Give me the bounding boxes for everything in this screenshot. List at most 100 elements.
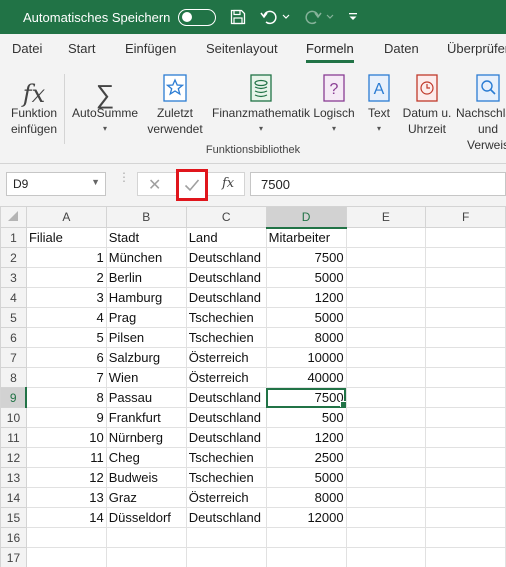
row-header[interactable]: 17	[0, 547, 27, 567]
cell[interactable]	[345, 367, 427, 388]
row-header[interactable]: 8	[0, 367, 27, 388]
recently-used-button[interactable]: Zuletzt verwendet	[141, 70, 209, 137]
active-cell[interactable]: 7500	[265, 387, 347, 408]
column-header-c[interactable]: C	[185, 206, 267, 228]
cell[interactable]: Deutschland	[185, 427, 267, 448]
row-header[interactable]: 16	[0, 527, 27, 548]
cell[interactable]: Pilsen	[105, 327, 187, 348]
name-box-dropdown-icon[interactable]: ▼	[91, 177, 100, 187]
cell[interactable]: 4	[25, 307, 107, 328]
cell[interactable]	[345, 307, 427, 328]
cell[interactable]	[345, 287, 427, 308]
cell[interactable]	[105, 547, 187, 567]
cell[interactable]: Österreich	[185, 347, 267, 368]
datetime-button[interactable]: Datum u. Uhrzeit	[399, 70, 455, 137]
tab-seitenlayout[interactable]: Seitenlayout	[206, 41, 278, 56]
cell[interactable]: 1200	[265, 287, 347, 308]
undo-dropdown-icon[interactable]	[282, 14, 290, 20]
row-header[interactable]: 12	[0, 447, 27, 468]
cell[interactable]: 7	[25, 367, 107, 388]
row-header[interactable]: 13	[0, 467, 27, 488]
cell[interactable]	[425, 367, 506, 388]
cell[interactable]: 8000	[265, 487, 347, 508]
column-header-f[interactable]: F	[425, 206, 506, 228]
row-header[interactable]: 9	[0, 387, 28, 408]
select-all-corner[interactable]	[0, 206, 27, 228]
cell[interactable]: 7500	[265, 247, 347, 268]
cell[interactable]: München	[105, 247, 187, 268]
cell[interactable]	[425, 407, 506, 428]
cell[interactable]: 13	[25, 487, 107, 508]
cell[interactable]	[345, 387, 427, 408]
cell[interactable]: 5000	[265, 307, 347, 328]
cell[interactable]: Stadt	[105, 227, 187, 248]
cell[interactable]	[425, 347, 506, 368]
tab-formeln[interactable]: Formeln	[306, 41, 354, 63]
cell[interactable]	[185, 547, 267, 567]
tab-datei[interactable]: Datei	[12, 41, 42, 56]
cell[interactable]	[105, 527, 187, 548]
cell[interactable]	[345, 527, 427, 548]
cell[interactable]: Österreich	[185, 367, 267, 388]
cell[interactable]	[425, 447, 506, 468]
cell[interactable]: 11	[25, 447, 107, 468]
logical-button[interactable]: ? Logisch ▾	[311, 70, 357, 137]
cell[interactable]: Passau	[105, 387, 187, 408]
insert-function-fx-button[interactable]: fx	[222, 176, 234, 191]
cell[interactable]: Filiale	[25, 227, 107, 248]
row-header[interactable]: 2	[0, 247, 27, 268]
undo-icon[interactable]	[260, 9, 278, 25]
cell[interactable]: 12	[25, 467, 107, 488]
cancel-icon[interactable]: ✕	[148, 175, 161, 195]
cell[interactable]: Berlin	[105, 267, 187, 288]
cell[interactable]: 10	[25, 427, 107, 448]
tab-daten[interactable]: Daten	[384, 41, 419, 56]
cell[interactable]	[345, 347, 427, 368]
cell[interactable]: 3	[25, 287, 107, 308]
cell[interactable]: 12000	[265, 507, 347, 528]
cell[interactable]	[25, 527, 107, 548]
redo-dropdown-icon[interactable]	[326, 14, 334, 20]
cell[interactable]: Tschechien	[185, 467, 267, 488]
tab-ueberpruefen[interactable]: Überprüfen	[447, 41, 506, 56]
cell[interactable]: Salzburg	[105, 347, 187, 368]
row-header[interactable]: 6	[0, 327, 27, 348]
cell[interactable]: Hamburg	[105, 287, 187, 308]
autosum-button[interactable]: ∑ AutoSumme ▾	[70, 70, 140, 137]
cell[interactable]	[345, 487, 427, 508]
cell[interactable]	[345, 267, 427, 288]
cell[interactable]: Mitarbeiter	[265, 227, 347, 248]
row-header[interactable]: 3	[0, 267, 27, 288]
name-box[interactable]: D9 ▼	[6, 172, 106, 196]
cell[interactable]	[425, 307, 506, 328]
cell[interactable]	[345, 447, 427, 468]
cell[interactable]: Tschechien	[185, 327, 267, 348]
cell[interactable]: 40000	[265, 367, 347, 388]
row-header[interactable]: 15	[0, 507, 27, 528]
cell[interactable]: 14	[25, 507, 107, 528]
cell[interactable]	[345, 507, 427, 528]
cell[interactable]	[185, 527, 267, 548]
tab-einfuegen[interactable]: Einfügen	[125, 41, 176, 56]
cell[interactable]: Frankfurt	[105, 407, 187, 428]
cell[interactable]	[425, 287, 506, 308]
row-header[interactable]: 10	[0, 407, 27, 428]
cell[interactable]: Graz	[105, 487, 187, 508]
text-button[interactable]: A Text ▾	[363, 70, 395, 137]
cell[interactable]	[425, 327, 506, 348]
cell[interactable]	[345, 467, 427, 488]
enter-button[interactable]	[176, 169, 208, 201]
cell[interactable]: 10000	[265, 347, 347, 368]
cell[interactable]	[425, 467, 506, 488]
cell[interactable]: 500	[265, 407, 347, 428]
row-header[interactable]: 7	[0, 347, 27, 368]
row-header[interactable]: 11	[0, 427, 27, 448]
cell[interactable]: Deutschland	[185, 247, 267, 268]
cell[interactable]	[345, 547, 427, 567]
cell[interactable]	[345, 247, 427, 268]
cell[interactable]: 8	[25, 387, 107, 408]
cell[interactable]: 1200	[265, 427, 347, 448]
cell[interactable]	[345, 327, 427, 348]
cell[interactable]: Tschechien	[185, 307, 267, 328]
lookup-button[interactable]: Nachschlagen und Verweis	[456, 70, 506, 153]
